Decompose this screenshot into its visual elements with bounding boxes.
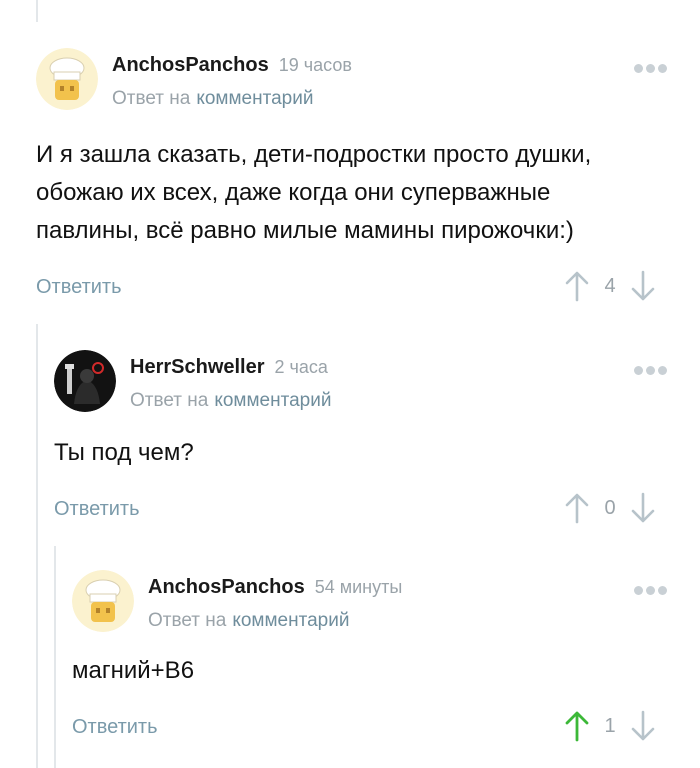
author-name[interactable]: HerrSchweller — [130, 356, 265, 378]
comment-text: Ты под чем? — [54, 439, 194, 466]
reply-to-link[interactable]: комментарий — [214, 390, 331, 411]
reply-to: Ответ на комментарий — [148, 610, 349, 632]
reply-to-prefix: Ответ на — [112, 88, 191, 109]
downvote-icon[interactable] — [630, 270, 656, 302]
reply-button[interactable]: Ответить — [36, 276, 122, 299]
chef-hat-avatar-icon[interactable] — [36, 48, 98, 110]
chef-hat-avatar-icon[interactable] — [72, 570, 134, 632]
downvote-icon[interactable] — [630, 710, 656, 742]
dark-figure-avatar-icon[interactable] — [54, 350, 116, 412]
more-options-icon[interactable] — [634, 586, 667, 595]
rating-count: 4 — [604, 274, 616, 297]
vote-controls: 1 — [564, 710, 656, 742]
comment-actions: Ответить 1 — [72, 710, 676, 750]
upvote-icon[interactable] — [564, 710, 590, 742]
rating-count: 1 — [604, 714, 616, 737]
comment-header: AnchosPanchos 54 минуты Ответ на комментар… — [72, 570, 676, 652]
comment-header: HerrSchweller 2 часа Ответ на комментарий — [54, 350, 676, 434]
reply-to: Ответ на комментарий — [130, 390, 331, 412]
downvote-icon[interactable] — [630, 492, 656, 524]
comment-text: И я зашла сказать, дети-подростки просто… — [36, 141, 592, 244]
comment-time: 2 часа — [274, 357, 328, 377]
comment-author[interactable]: AnchosPanchos 19 часов — [112, 54, 352, 77]
author-name[interactable]: AnchosPanchos — [148, 576, 305, 598]
comment-author[interactable]: AnchosPanchos 54 минуты — [148, 576, 402, 599]
reply-to-prefix: Ответ на — [130, 390, 209, 411]
reply-button[interactable]: Ответить — [72, 716, 158, 739]
reply-to-link[interactable]: комментарий — [232, 610, 349, 631]
vote-controls: 0 — [564, 492, 656, 524]
comment-actions: Ответить 4 — [36, 270, 676, 310]
comment-author[interactable]: HerrSchweller 2 часа — [130, 356, 328, 379]
comment-time: 54 минуты — [314, 577, 403, 597]
thread-line — [54, 546, 56, 768]
comment-time: 19 часов — [278, 55, 352, 75]
reply-to-prefix: Ответ на — [148, 610, 227, 631]
thread-line — [36, 324, 38, 768]
reply-button[interactable]: Ответить — [54, 498, 140, 521]
comment: AnchosPanchos 19 часов Ответ на комментари… — [36, 48, 676, 310]
reply-to: Ответ на комментарий — [112, 88, 313, 110]
upvote-icon[interactable] — [564, 492, 590, 524]
comment-text: магний+В6 — [72, 657, 195, 684]
more-options-icon[interactable] — [634, 64, 667, 73]
more-options-icon[interactable] — [634, 366, 667, 375]
comment-actions: Ответить 0 — [54, 492, 676, 532]
thread-line — [36, 0, 38, 22]
comment: HerrSchweller 2 часа Ответ на комментарий … — [54, 350, 676, 532]
vote-controls: 4 — [564, 270, 656, 302]
comment: AnchosPanchos 54 минуты Ответ на комментар… — [72, 570, 676, 750]
rating-count: 0 — [604, 496, 616, 519]
reply-to-link[interactable]: комментарий — [196, 88, 313, 109]
upvote-icon[interactable] — [564, 270, 590, 302]
comment-header: AnchosPanchos 19 часов Ответ на комментари… — [36, 48, 676, 136]
author-name[interactable]: AnchosPanchos — [112, 54, 269, 76]
